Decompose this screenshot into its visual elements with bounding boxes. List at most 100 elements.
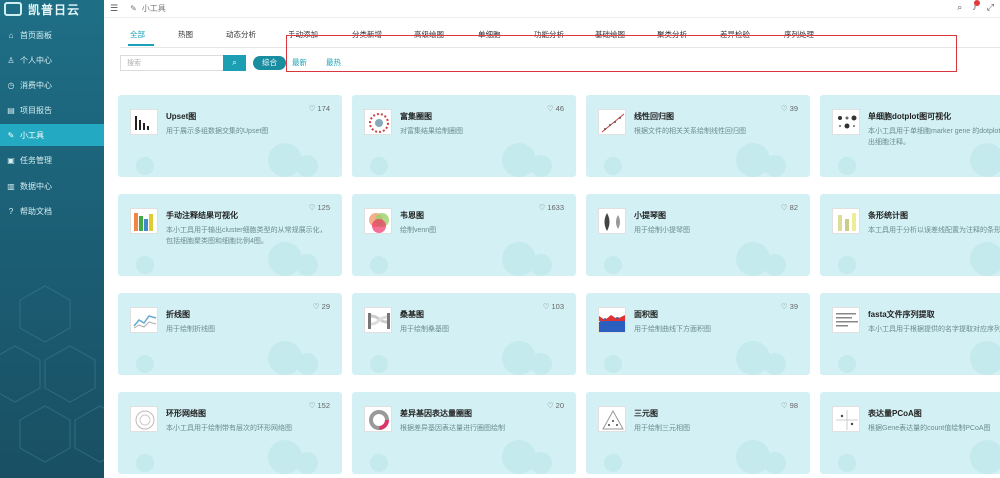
tab-7[interactable]: 功能分析	[534, 29, 564, 40]
tool-card[interactable]: 韦恩图 绘制venn图 ♡ 1633	[352, 194, 576, 276]
tool-description: 用于绘制三元相图	[634, 425, 690, 432]
sidebar-item-6[interactable]: ▥ 数据中心	[0, 175, 104, 197]
tool-card[interactable]: 面积图 用于绘制曲线下方面积图 ♡ 39	[586, 293, 810, 375]
background-bubble	[530, 155, 552, 177]
sidebar-item-3[interactable]: ▤ 项目报告	[0, 99, 104, 121]
background-bubble	[604, 454, 622, 472]
heart-icon: ♡	[542, 302, 550, 311]
tab-0[interactable]: 全部	[130, 29, 145, 40]
background-bubble	[530, 353, 552, 375]
filter-2[interactable]: 最热	[326, 56, 341, 70]
tool-card[interactable]: 手动注释结果可视化 本小工具用于输出cluster细胞类型的从常规展示化，包括细胞…	[118, 194, 342, 276]
tool-title: 差异基因表达量圈图	[400, 409, 472, 418]
tool-title: 富集圈图	[400, 112, 432, 121]
tool-description: 用于展示多组数据交集的Upset图	[166, 128, 269, 135]
pen-icon: ✎	[130, 4, 137, 13]
sidebar-item-2[interactable]: ◷ 消费中心	[0, 74, 104, 96]
tool-thumbnail	[598, 208, 626, 234]
like-count[interactable]: ♡ 46	[547, 104, 564, 113]
ring-chart-icon	[135, 410, 155, 430]
tool-title: 桑基图	[400, 310, 424, 319]
tool-card[interactable]: Upset图用于展示多组数据交集的Upset图 ♡ 174	[118, 95, 342, 177]
hexagon-background	[0, 285, 104, 463]
tab-1[interactable]: 热图	[178, 29, 193, 40]
tab-3[interactable]: 手动添加	[288, 29, 318, 40]
database-icon: ▥	[7, 181, 15, 191]
like-value: 39	[789, 302, 798, 311]
venn-chart-icon	[369, 213, 389, 233]
like-count[interactable]: ♡ 39	[781, 302, 798, 311]
tab-10[interactable]: 差异检验	[720, 29, 750, 40]
tool-card[interactable]: 富集圈图 对富集结果绘制圈图 ♡ 46	[352, 95, 576, 177]
sidebar-item-0[interactable]: ⌂ 首页面板	[0, 24, 104, 46]
tab-2[interactable]: 动态分析	[226, 29, 256, 40]
tab-11[interactable]: 序列处理	[784, 29, 814, 40]
search-button[interactable]: ⌕	[223, 55, 246, 71]
filter-1[interactable]: 最新	[292, 56, 307, 70]
tool-thumbnail	[364, 307, 392, 333]
background-bubble	[296, 254, 318, 276]
tool-thumbnail	[832, 406, 860, 432]
bell-icon[interactable]: ♪	[972, 0, 980, 13]
like-count[interactable]: ♡ 98	[781, 401, 798, 410]
tool-card[interactable]: 三元图 用于绘制三元相图 ♡ 98	[586, 392, 810, 474]
tool-title: Upset图	[166, 112, 197, 121]
tool-thumbnail	[130, 307, 158, 333]
background-bubble	[764, 155, 786, 177]
tab-6[interactable]: 单细胞	[478, 29, 501, 40]
tool-card[interactable]: 环形网络图 本小工具用于绘制带有层次的环形网络图 ♡ 152	[118, 392, 342, 474]
sidebar-item-5[interactable]: ▣ 任务管理	[0, 149, 104, 171]
tool-title: 折线图	[166, 310, 190, 319]
background-bubble	[970, 341, 1000, 375]
tool-card[interactable]: 条形统计图本工具用于分析以误差线配置为注释的条形统计图	[820, 194, 1000, 276]
tool-card[interactable]: 表达量PCoA图 根据Gene表达量的count值绘制PCoA图	[820, 392, 1000, 474]
tool-card[interactable]: 折线图 用于绘制折线图 ♡ 29	[118, 293, 342, 375]
sidebar-item-label: 项目报告	[20, 105, 52, 115]
tool-description: 用于绘制小提琴图	[634, 227, 690, 234]
background-bubble	[370, 157, 388, 175]
tool-card[interactable]: 桑基图 用于绘制桑基图 ♡ 103	[352, 293, 576, 375]
like-count[interactable]: ♡ 20	[547, 401, 564, 410]
background-bubble	[296, 155, 318, 177]
tool-card[interactable]: 小提琴图 用于绘制小提琴图 ♡ 82	[586, 194, 810, 276]
like-count[interactable]: ♡ 82	[781, 203, 798, 212]
search-icon[interactable]: ⌕	[957, 2, 962, 13]
tool-card[interactable]: 单细胞dotplot图可视化 本小工具用于单细胞marker gene 的dotp…	[820, 95, 1000, 177]
like-count[interactable]: ♡ 1633	[539, 203, 564, 212]
tool-description: 绘制venn图	[400, 227, 437, 234]
background-bubble	[970, 440, 1000, 474]
like-count[interactable]: ♡ 103	[543, 302, 564, 311]
tool-description: 本小工具用于根据提供的名字提取对应序列	[868, 326, 1000, 333]
top-bar: ☰ ✎ 小工具 ⌕ ♪ ⤢	[104, 0, 1000, 18]
like-count[interactable]: ♡ 39	[781, 104, 798, 113]
line-chart-icon	[133, 315, 157, 329]
like-count[interactable]: ♡ 125	[309, 203, 330, 212]
like-value: 29	[321, 302, 330, 311]
like-count[interactable]: ♡ 29	[313, 302, 330, 311]
tool-description: 本小工具用于单细胞marker gene 的dotplot展示，輸出细胞注释。	[868, 128, 1000, 146]
category-tabs: 序列处理 差异检验 聚类分析 基础绘图 功能分析 单细胞 高级绘图 分类新增 手动添加 动态分析 热…	[120, 22, 1000, 72]
tool-card[interactable]: 线性回归图 根据文件的相关关系绘制线性回归图 ♡ 39	[586, 95, 810, 177]
tab-5[interactable]: 高级绘图	[414, 29, 444, 40]
tool-title: 面积图	[634, 310, 658, 319]
tab-4[interactable]: 分类新增	[352, 29, 382, 40]
notification-badge	[973, 0, 980, 6]
sidebar-item-7[interactable]: ? 帮助文档	[0, 200, 104, 222]
tool-card[interactable]: fasta文件序列提取 本小工具用于根据提供的名字提取对应序列	[820, 293, 1000, 375]
tool-card[interactable]: 差异基因表达量圈图 根据差异基因表达量进行圈图绘制 ♡ 20	[352, 392, 576, 474]
tool-thumbnail	[832, 109, 860, 135]
violin-chart-icon	[604, 213, 620, 231]
sidebar-item-1[interactable]: ♙ 个人中心	[0, 49, 104, 71]
fullscreen-icon[interactable]: ⤢	[987, 2, 994, 13]
filter-0[interactable]: 综合	[253, 56, 286, 70]
like-count[interactable]: ♡ 152	[309, 401, 330, 410]
user-icon: ♙	[7, 55, 15, 65]
background-bubble	[604, 256, 622, 274]
sidebar-item-4[interactable]: ✎ 小工具	[0, 124, 104, 146]
menu-toggle-icon[interactable]: ☰	[110, 3, 118, 14]
tool-icon: ✎	[7, 130, 15, 140]
like-count[interactable]: ♡ 174	[309, 104, 330, 113]
tab-9[interactable]: 聚类分析	[657, 29, 687, 40]
search-input[interactable]	[120, 55, 223, 71]
tab-8[interactable]: 基础绘图	[595, 29, 625, 40]
